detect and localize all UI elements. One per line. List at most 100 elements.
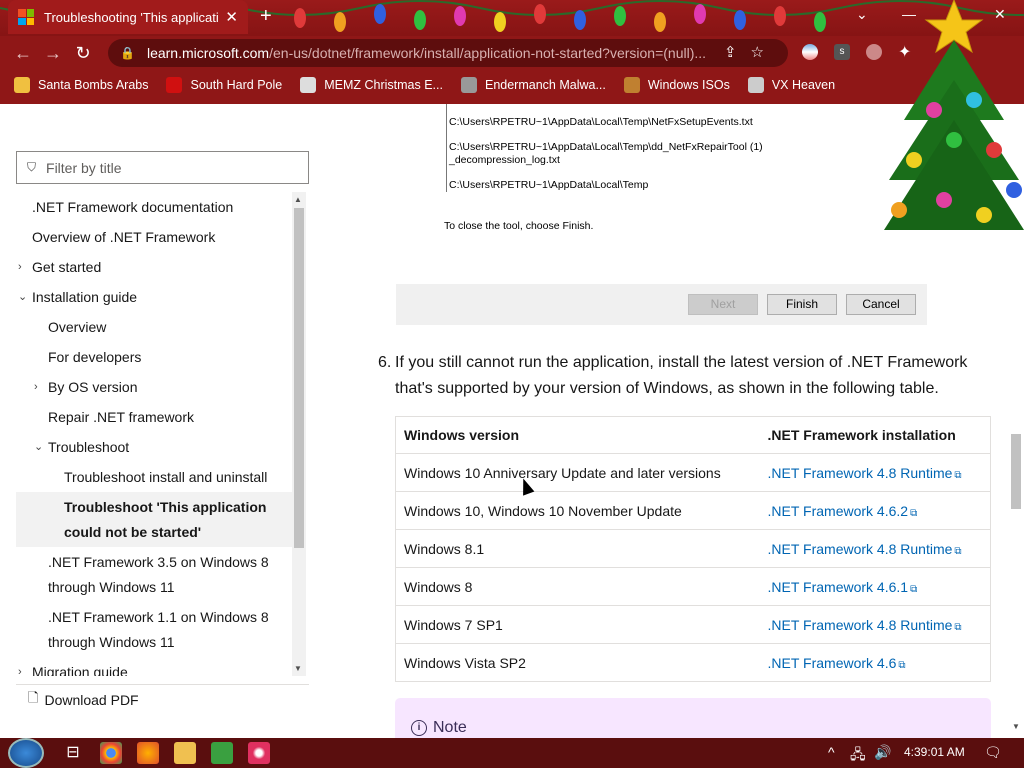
volume-icon[interactable]: 🔊 [874,744,891,761]
scroll-down-icon[interactable]: ▼ [294,664,302,673]
firefox-taskbar-icon[interactable] [137,742,159,764]
page-scroll-thumb[interactable] [1011,434,1021,509]
toc-scrollbar[interactable]: ▲ ▼ [292,192,306,676]
address-bar[interactable]: 🔒 learn.microsoft.com/en-us/dotnet/frame… [108,39,788,67]
toc-item-label: Get started [32,258,102,275]
header-windows-version: Windows version [395,416,760,454]
next-button: Next [688,294,758,315]
url-path: /en-us/dotnet/framework/install/applicat… [269,45,707,61]
chevron-right-icon[interactable]: › [18,660,22,676]
toc-item[interactable]: For developers [16,342,294,372]
chevron-right-icon[interactable]: › [18,255,22,280]
framework-download-link[interactable]: .NET Framework 4.6.1 [768,579,909,595]
extension-icon[interactable] [802,44,818,60]
bookmark-item[interactable]: South Hard Pole [166,77,282,93]
task-view-icon[interactable]: ⊟ [62,742,84,764]
bookmark-item[interactable]: Santa Bombs Arabs [14,77,148,93]
start-button[interactable] [8,738,44,768]
bookmark-label: MEMZ Christmas E... [324,78,443,92]
note-label: Note [433,719,467,736]
close-instruction: To close the tool, choose Finish. [444,220,594,232]
filter-placeholder: Filter by title [46,159,122,176]
info-icon: i [411,720,427,736]
app-taskbar-icon-2[interactable] [248,742,270,764]
share-icon[interactable]: ⇪ [724,44,751,61]
browser-tab-active[interactable]: Troubleshooting 'This application ✕ [8,0,248,34]
framework-download-link[interactable]: .NET Framework 4.8 Runtime [768,541,953,557]
chevron-down-icon[interactable]: ⌄ [34,435,43,460]
windows-version-cell: Windows 10 Anniversary Update and later … [395,453,760,492]
chevron-right-icon[interactable]: › [34,375,38,400]
toc-item[interactable]: .NET Framework 1.1 on Windows 8 through … [16,602,294,657]
microsoft-logo-icon [18,9,34,25]
toc-item-label: For developers [48,348,142,365]
framework-download-link[interactable]: .NET Framework 4.6.2 [768,503,909,519]
toc-scroll-thumb[interactable] [294,208,304,548]
pdf-icon: 🗋 [28,689,39,705]
toc-item[interactable]: Troubleshoot 'This application could not… [16,492,294,547]
table-row: Windows 7 SP1 .NET Framework 4.8 Runtime ⧉ [395,605,991,644]
show-hidden-icons[interactable]: ^ [828,744,835,760]
s-extension-icon[interactable]: s [834,44,850,60]
toc-tree: .NET Framework documentation Overview of … [16,192,294,676]
filter-icon: ⛉ [27,160,37,174]
bookmark-item[interactable]: MEMZ Christmas E... [300,77,443,93]
toc-item-label: .NET Framework 3.5 on Windows 8 through … [48,553,269,595]
chrome-taskbar-icon[interactable] [100,742,122,764]
toc-item-label: Overview [48,318,107,335]
framework-download-link[interactable]: .NET Framework 4.8 Runtime [768,617,953,633]
url-host: learn.microsoft.com [146,45,270,61]
notifications-icon[interactable]: 🗨 [984,744,1002,761]
note-callout: i Note [395,698,991,738]
bookmark-favicon-icon [300,77,317,93]
scroll-up-icon[interactable]: ▲ [294,195,302,204]
bookmark-label: VX Heaven [771,78,836,92]
file-explorer-icon[interactable] [174,742,196,764]
close-tab-icon[interactable]: ✕ [225,8,238,26]
network-icon[interactable]: 🖧 [850,744,866,768]
toc-item[interactable]: Troubleshoot install and uninstall [16,462,294,492]
chevron-down-icon[interactable]: ⌄ [18,285,27,310]
taskbar-clock[interactable]: 4:39:01 AM [904,745,965,759]
toc-item-label: Repair .NET framework [48,408,195,425]
toc-item[interactable]: .NET Framework 3.5 on Windows 8 through … [16,547,294,602]
bookmark-item[interactable]: VX Heaven [747,77,836,93]
framework-download-link[interactable]: .NET Framework 4.8 Runtime [768,465,953,481]
table-row: Windows 8 .NET Framework 4.6.1 ⧉ [395,567,991,606]
toc-item[interactable]: Overview [16,312,294,342]
windows-version-cell: Windows 10, Windows 10 November Update [395,491,760,530]
reload-icon[interactable]: ↻ [68,43,98,64]
framework-link-cell: .NET Framework 4.8 Runtime ⧉ [759,453,991,492]
bookmark-item[interactable]: Windows ISOs [623,77,730,93]
back-icon[interactable]: ← [8,43,38,64]
scroll-down-icon[interactable]: ▼ [1012,722,1020,731]
download-pdf-label: Download PDF [44,691,139,708]
new-tab-icon[interactable]: + [260,5,272,28]
toc-item[interactable]: › By OS version [16,372,294,402]
bookmark-favicon-icon [166,77,183,93]
filter-input[interactable]: ⛉ Filter by title [16,151,309,184]
version-table: Windows version .NET Framework installat… [395,416,991,682]
toc-item[interactable]: Overview of .NET Framework [16,222,294,252]
framework-link-cell: .NET Framework 4.6 ⧉ [759,643,991,682]
toc-item[interactable]: › Get started [16,252,294,282]
bookmark-favicon-icon [460,77,477,93]
toc-item[interactable]: .NET Framework documentation [16,192,294,222]
bookmark-label: Endermanch Malwa... [484,78,606,92]
lock-icon[interactable]: 🔒 [120,46,135,60]
step-text: If you still cannot run the application,… [395,354,968,397]
toc-item[interactable]: Repair .NET framework [16,402,294,432]
toc-item[interactable]: › Migration guide [16,657,294,677]
bookmark-item[interactable]: Endermanch Malwa... [460,77,606,93]
toc-item-label: Migration guide [32,663,128,677]
toc-item[interactable]: ⌄ Installation guide [16,282,294,312]
download-pdf-button[interactable]: 🗋 Download PDF [16,684,309,714]
framework-link-cell: .NET Framework 4.8 Runtime ⧉ [759,529,991,568]
app-taskbar-icon[interactable] [211,742,233,764]
windows-version-cell: Windows 7 SP1 [395,605,760,644]
bookmark-star-icon[interactable]: ☆ [751,44,778,61]
christmas-tree-decoration [884,0,1024,230]
toc-item[interactable]: ⌄ Troubleshoot [16,432,294,462]
forward-icon[interactable]: → [38,43,68,64]
framework-download-link[interactable]: .NET Framework 4.6 [768,655,897,671]
